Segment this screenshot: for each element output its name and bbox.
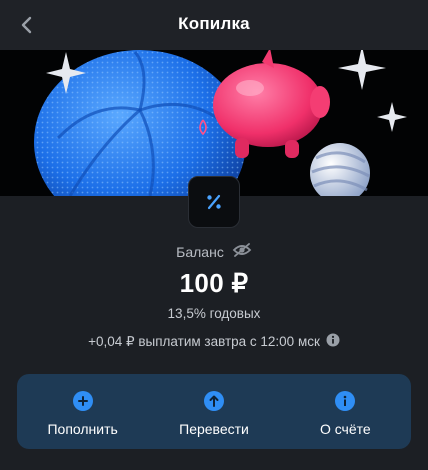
top-up-button[interactable]: Пополнить [17,374,148,449]
page-title: Копилка [178,14,250,33]
info-circle-icon [335,391,356,411]
top-bar: Копилка [0,0,428,50]
promo-banner [0,50,428,196]
accrual-row: +0,04 ₽ выплатим завтра с 12:00 мск [0,333,428,350]
eye-off-icon [232,243,252,257]
info-icon [326,333,340,347]
balance-label-row: Баланс [0,242,428,261]
transfer-button[interactable]: Перевести [148,374,279,449]
balance-amount: 100 ₽ [179,268,249,298]
visibility-toggle[interactable] [232,242,252,261]
percent-icon [207,194,221,210]
balance-label: Баланс [176,243,224,260]
interest-rate: 13,5% годовых [167,306,261,321]
actions-panel: Пополнить Перевести О счёте [17,374,411,449]
account-info-button[interactable]: О счёте [280,374,411,449]
accrual-info-button[interactable] [326,333,340,350]
plus-circle-icon [72,391,93,411]
accrual-text: +0,04 ₽ выплатим завтра с 12:00 мск [88,333,320,349]
striped-sphere-graphic [310,143,370,196]
percent-badge [188,176,240,228]
transfer-label: Перевести [179,421,249,437]
top-up-label: Пополнить [47,421,118,437]
account-info-label: О счёте [319,421,371,437]
arrow-up-circle-icon [203,391,224,411]
